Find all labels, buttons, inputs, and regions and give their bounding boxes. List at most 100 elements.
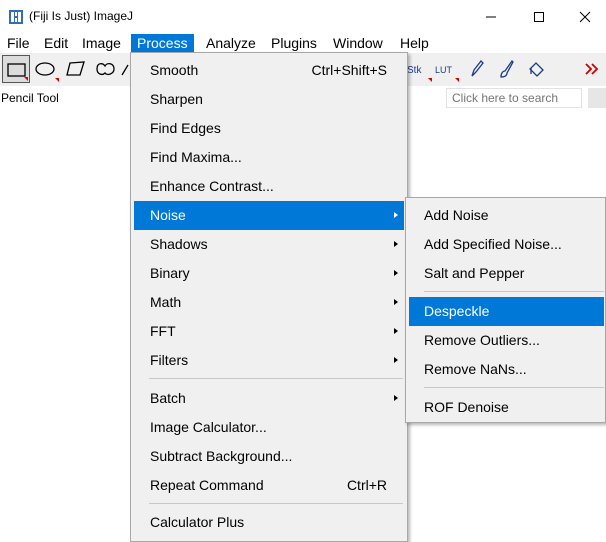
submenu-arrow-icon bbox=[394, 357, 398, 363]
menu-separator bbox=[424, 291, 604, 292]
menu-item-shadows[interactable]: Shadows bbox=[134, 230, 404, 259]
menu-item-label: Remove Outliers... bbox=[424, 332, 540, 348]
menu-process[interactable]: Process bbox=[131, 34, 194, 52]
menu-item-enhance-contrast[interactable]: Enhance Contrast... bbox=[134, 172, 404, 201]
menu-separator bbox=[149, 503, 403, 504]
menu-item-label: Math bbox=[150, 294, 182, 310]
tool-options-marker bbox=[455, 78, 459, 82]
menu-item-label: Repeat Command bbox=[150, 477, 264, 493]
process-menu: Smooth Ctrl+Shift+S Sharpen Find Edges F… bbox=[130, 52, 408, 542]
search-button[interactable] bbox=[588, 88, 606, 108]
brush-tool-icon bbox=[500, 59, 514, 78]
menu-item-smooth[interactable]: Smooth Ctrl+Shift+S bbox=[134, 56, 404, 85]
menu-item-add-specified-noise[interactable]: Add Specified Noise... bbox=[409, 230, 604, 259]
submenu-arrow-icon bbox=[394, 270, 398, 276]
menu-item-label: Remove NaNs... bbox=[424, 361, 527, 377]
search-input[interactable] bbox=[446, 88, 582, 108]
minimize-icon bbox=[486, 16, 496, 18]
menu-item-label: Find Maxima... bbox=[150, 149, 242, 165]
stacks-tool[interactable]: Stk bbox=[405, 55, 433, 83]
menu-item-label: Filters bbox=[150, 352, 189, 368]
polygon-tool[interactable] bbox=[62, 55, 90, 83]
menu-item-label: Enhance Contrast... bbox=[150, 178, 274, 194]
menu-item-label: Calculator Plus bbox=[150, 514, 245, 530]
menu-item-label: Add Noise bbox=[424, 207, 489, 223]
menu-edit[interactable]: Edit bbox=[41, 34, 71, 52]
menu-item-rof-denoise[interactable]: ROF Denoise bbox=[409, 393, 604, 422]
maximize-button[interactable] bbox=[516, 0, 562, 34]
menu-item-filters[interactable]: Filters bbox=[134, 346, 404, 375]
menu-item-label: Shadows bbox=[150, 236, 208, 252]
more-tools-button[interactable] bbox=[580, 55, 604, 83]
menu-help[interactable]: Help bbox=[397, 34, 432, 52]
status-text: Pencil Tool bbox=[1, 91, 59, 105]
menu-separator bbox=[149, 378, 403, 379]
menu-item-shortcut: Ctrl+Shift+S bbox=[311, 62, 387, 78]
brush-tool[interactable] bbox=[492, 55, 520, 83]
close-button[interactable] bbox=[562, 0, 606, 34]
menu-item-label: Binary bbox=[150, 265, 190, 281]
menu-item-label: Batch bbox=[150, 390, 186, 406]
rectangle-tool[interactable] bbox=[2, 55, 30, 83]
menu-image[interactable]: Image bbox=[79, 34, 124, 52]
menu-analyze[interactable]: Analyze bbox=[203, 34, 259, 52]
menu-item-calculator-plus[interactable]: Calculator Plus bbox=[134, 508, 404, 537]
minimize-button[interactable] bbox=[468, 0, 514, 34]
freehand-tool[interactable] bbox=[92, 55, 120, 83]
noise-submenu: Add Noise Add Specified Noise... Salt an… bbox=[405, 197, 606, 423]
menu-item-salt-and-pepper[interactable]: Salt and Pepper bbox=[409, 259, 604, 288]
submenu-arrow-icon bbox=[394, 299, 398, 305]
tool-options-marker bbox=[24, 77, 28, 81]
menu-item-subtract-background[interactable]: Subtract Background... bbox=[134, 442, 404, 471]
menu-item-remove-outliers[interactable]: Remove Outliers... bbox=[409, 326, 604, 355]
fiji-app-icon bbox=[9, 10, 23, 24]
pencil-tool-icon bbox=[471, 60, 484, 77]
menu-item-shortcut: Ctrl+R bbox=[346, 477, 387, 493]
menu-bar: File Edit Image Process Analyze Plugins … bbox=[0, 34, 606, 52]
title-bar: (Fiji Is Just) ImageJ bbox=[0, 0, 606, 34]
menu-item-math[interactable]: Math bbox=[134, 288, 404, 317]
menu-window[interactable]: Window bbox=[330, 34, 386, 52]
menu-item-fft[interactable]: FFT bbox=[134, 317, 404, 346]
menu-item-image-calculator[interactable]: Image Calculator... bbox=[134, 413, 404, 442]
maximize-icon bbox=[534, 12, 544, 22]
menu-item-repeat-command[interactable]: Repeat Command Ctrl+R bbox=[134, 471, 404, 500]
freehand-tool-icon bbox=[96, 62, 115, 76]
menu-item-label: Smooth bbox=[150, 62, 199, 78]
menu-item-label: Image Calculator... bbox=[150, 419, 267, 435]
menu-item-label: Find Edges bbox=[150, 120, 221, 136]
submenu-arrow-icon bbox=[394, 241, 398, 247]
menu-item-label: Noise bbox=[150, 207, 186, 223]
menu-item-label: Sharpen bbox=[150, 91, 203, 107]
menu-item-label: Add Specified Noise... bbox=[424, 236, 562, 252]
menu-item-label: FFT bbox=[150, 323, 176, 339]
menu-item-despeckle[interactable]: Despeckle bbox=[409, 297, 604, 326]
menu-file[interactable]: File bbox=[4, 34, 33, 52]
line-tool-icon bbox=[121, 64, 129, 76]
lut-tool[interactable]: LUT bbox=[432, 55, 460, 83]
more-tools-icon bbox=[585, 63, 599, 75]
menu-item-batch[interactable]: Batch bbox=[134, 384, 404, 413]
flood-fill-tool[interactable] bbox=[522, 55, 550, 83]
close-icon bbox=[579, 11, 591, 23]
menu-item-noise[interactable]: Noise bbox=[134, 201, 404, 230]
menu-item-remove-nans[interactable]: Remove NaNs... bbox=[409, 355, 604, 384]
stacks-label: Stk bbox=[407, 65, 422, 76]
menu-item-add-noise[interactable]: Add Noise bbox=[409, 201, 604, 230]
menu-item-find-maxima[interactable]: Find Maxima... bbox=[134, 143, 404, 172]
menu-item-find-edges[interactable]: Find Edges bbox=[134, 114, 404, 143]
submenu-arrow-icon bbox=[394, 395, 398, 401]
submenu-arrow-icon bbox=[394, 212, 398, 218]
lut-label: LUT bbox=[435, 65, 453, 75]
menu-item-label: Salt and Pepper bbox=[424, 265, 525, 281]
menu-item-label: Subtract Background... bbox=[150, 448, 293, 464]
oval-tool[interactable] bbox=[32, 55, 60, 83]
pencil-tool[interactable] bbox=[462, 55, 490, 83]
menu-item-binary[interactable]: Binary bbox=[134, 259, 404, 288]
menu-plugins[interactable]: Plugins bbox=[268, 34, 320, 52]
submenu-arrow-icon bbox=[394, 328, 398, 334]
window-title: (Fiji Is Just) ImageJ bbox=[29, 9, 134, 23]
menu-item-sharpen[interactable]: Sharpen bbox=[134, 85, 404, 114]
menu-item-label: ROF Denoise bbox=[424, 399, 509, 415]
line-tool[interactable] bbox=[120, 55, 130, 83]
